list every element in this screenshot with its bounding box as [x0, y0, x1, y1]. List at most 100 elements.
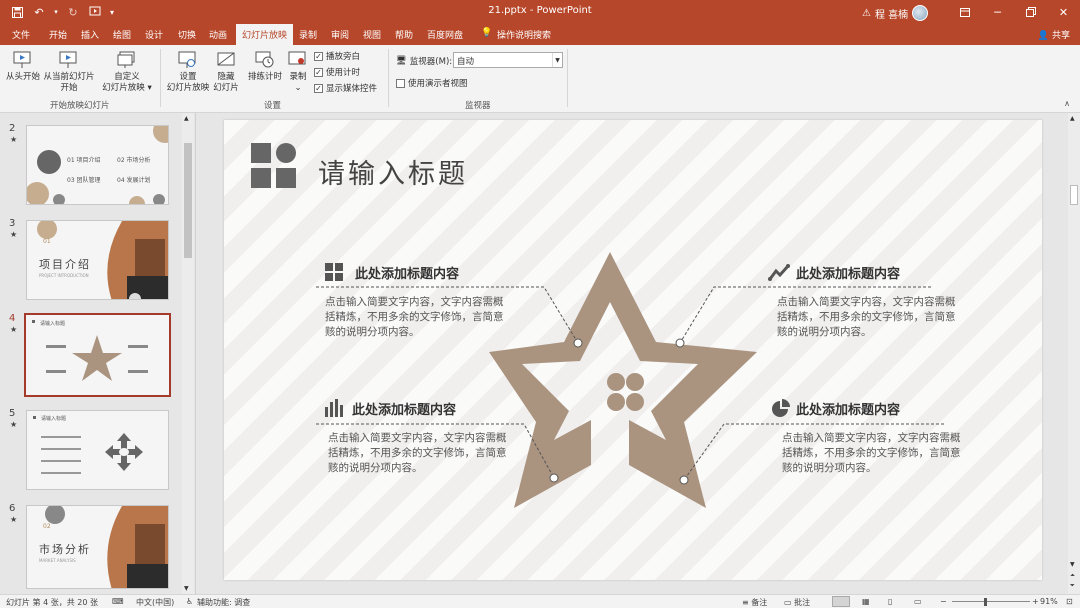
show-media-checkbox[interactable]: ✓ 显示媒体控件: [314, 82, 377, 94]
tab-transitions[interactable]: 切换: [178, 28, 196, 41]
undo-icon[interactable]: ↶: [30, 3, 48, 21]
hide-slide-button[interactable]: 隐藏 幻灯片: [211, 50, 241, 94]
thumbnail-pane: 2 ★ 01 项目介绍 02 市场分析 03 团队管理 04 发展计划 3 ★ …: [0, 113, 196, 594]
use-timings-checkbox[interactable]: ✓ 使用计时: [314, 66, 360, 78]
scrollbar-thumb[interactable]: [184, 143, 192, 258]
block-heading[interactable]: 此处添加标题内容: [796, 399, 900, 418]
restore-button[interactable]: [1014, 0, 1047, 24]
thumbnail-slide-6[interactable]: 02 市场分析 MARKET ANALYSIS: [26, 505, 169, 589]
monitor-label-text: 监视器(M):: [409, 57, 453, 67]
dropdown-icon[interactable]: ▾: [52, 3, 60, 21]
slide-sorter-icon[interactable]: ▦: [862, 597, 870, 606]
chevron-down-icon: ⌄: [294, 83, 302, 93]
slide-scrollbar[interactable]: ▲ ▼ ⏶ ⏷: [1068, 113, 1080, 594]
scroll-up-icon[interactable]: ▲: [184, 115, 189, 122]
from-current-button[interactable]: 从当前幻灯片 开始: [43, 50, 95, 94]
thumbnail-slide-4[interactable]: 请输入标题: [24, 313, 171, 397]
tab-file[interactable]: 文件: [12, 28, 30, 41]
customize-icon[interactable]: [86, 3, 104, 21]
accessibility-status[interactable]: 辅助功能: 调查: [197, 597, 250, 608]
search-box[interactable]: 操作说明搜索: [497, 28, 551, 41]
collapse-ribbon-icon[interactable]: ∧: [1064, 99, 1070, 108]
scroll-up-icon[interactable]: ▲: [1070, 115, 1075, 122]
avatar: [912, 5, 929, 21]
tab-record[interactable]: 录制: [299, 28, 317, 41]
block-body[interactable]: 点击输入简要文字内容，文字内容需概括精炼，不用多余的文字修饰，言简意赅的说明分项…: [328, 431, 508, 476]
minimize-button[interactable]: ─: [981, 0, 1014, 24]
play-narration-checkbox[interactable]: ✓ 播放旁白: [314, 50, 360, 62]
monitor-select[interactable]: 自动 ▼: [453, 52, 563, 68]
group-label-start: 开始放映幻灯片: [50, 101, 110, 111]
redo-icon[interactable]: ↻: [64, 3, 82, 21]
comments-button[interactable]: ▭ 批注: [784, 597, 810, 608]
block-heading[interactable]: 此处添加标题内容: [796, 263, 900, 282]
thumbnail-slide-5[interactable]: 请输入标题: [26, 410, 169, 490]
tab-design[interactable]: 设计: [145, 28, 163, 41]
reading-view-icon[interactable]: ▯: [888, 597, 892, 606]
zoom-out-button[interactable]: −: [940, 597, 947, 606]
group-label-setup: 设置: [264, 101, 282, 111]
scroll-down-icon[interactable]: ▼: [184, 585, 189, 592]
thumbnail-slide-3[interactable]: 01 项目介绍 PROJECT INTRODUCTION: [26, 220, 169, 300]
previous-slide-icon[interactable]: ⏶: [1070, 572, 1075, 580]
setup-label: 设置: [179, 72, 197, 82]
ribbon-display-icon[interactable]: [948, 0, 981, 24]
zoom-slider[interactable]: [952, 601, 1030, 602]
language-indicator[interactable]: 中文(中国): [136, 597, 174, 608]
block-heading[interactable]: 此处添加标题内容: [352, 399, 456, 418]
more-commands-icon[interactable]: ▾: [108, 3, 116, 21]
record-button[interactable]: 录制 ⌄: [286, 50, 310, 94]
thumb-number: 3: [9, 218, 16, 229]
thumbnail-slide-2[interactable]: 01 项目介绍 02 市场分析 03 团队管理 04 发展计划: [26, 125, 169, 205]
tab-animations[interactable]: 动画: [209, 28, 227, 41]
zoom-level[interactable]: 91%: [1040, 597, 1058, 606]
tab-slideshow[interactable]: 幻灯片放映: [236, 24, 294, 45]
from-start-label: 从头开始: [5, 72, 40, 82]
setup-show-icon: [177, 50, 199, 70]
tab-home[interactable]: 开始: [49, 28, 67, 41]
tab-help[interactable]: 帮助: [395, 28, 413, 41]
ribbon: 从头开始 从当前幻灯片 开始 自定义 幻灯片放映 ▾ 开始放映幻灯片 设置 幻灯…: [0, 45, 1080, 113]
show-media-label: 显示媒体控件: [326, 84, 378, 94]
block-body[interactable]: 点击输入简要文字内容，文字内容需概括精炼，不用多余的文字修饰，言简意赅的说明分项…: [782, 431, 962, 476]
custom-show-button[interactable]: 自定义 幻灯片放映 ▾: [101, 50, 153, 94]
thumbnail-scrollbar[interactable]: ▲ ▼: [182, 113, 194, 594]
tab-draw[interactable]: 绘图: [113, 28, 131, 41]
zoom-slider-thumb[interactable]: [984, 598, 987, 606]
animation-star-icon: ★: [10, 420, 18, 429]
block-body[interactable]: 点击输入简要文字内容，文字内容需概括精炼，不用多余的文字修饰，言简意赅的说明分项…: [777, 295, 957, 340]
notes-button[interactable]: ≡ 备注: [742, 597, 767, 608]
spellcheck-icon[interactable]: ⌨: [112, 597, 124, 606]
warning-icon: ⚠: [862, 7, 871, 19]
slideshow-current-icon: [58, 50, 80, 70]
save-icon[interactable]: [8, 3, 26, 21]
setup-show-button[interactable]: 设置 幻灯片放映: [165, 50, 211, 94]
from-start-button[interactable]: 从头开始: [4, 50, 42, 83]
block-body[interactable]: 点击输入简要文字内容，文字内容需概括精炼，不用多余的文字修饰，言简意赅的说明分项…: [325, 295, 505, 340]
tab-baidu[interactable]: 百度网盘: [427, 28, 463, 41]
zoom-in-button[interactable]: +: [1032, 597, 1039, 606]
close-button[interactable]: ✕: [1047, 0, 1080, 24]
slide-canvas[interactable]: 请输入标题 此处添加标题内容 点击输入简要文字内容，文字内容需概括精炼，不用多余…: [224, 120, 1042, 580]
slideshow-view-icon[interactable]: ▭: [914, 597, 922, 606]
play-narration-label: 播放旁白: [326, 52, 361, 62]
ribbon-tabs: 文件 开始 插入 绘图 设计 切换 动画 幻灯片放映 录制 审阅 视图 帮助 百…: [0, 24, 1080, 45]
thumb-number: 6: [9, 503, 16, 514]
status-bar: 幻灯片 第 4 张，共 20 张 ⌨ 中文(中国) ♿ 辅助功能: 调查 ≡ 备…: [0, 594, 1080, 608]
scroll-down-icon[interactable]: ▼: [1070, 561, 1075, 568]
thumb-title: 请输入标题: [40, 321, 66, 327]
star-diagram: [316, 252, 944, 508]
block-heading[interactable]: 此处添加标题内容: [355, 263, 459, 282]
user-account[interactable]: ⚠ 程 喜楠: [862, 5, 929, 21]
scrollbar-thumb[interactable]: [1070, 185, 1078, 205]
presenter-view-checkbox[interactable]: 使用演示者视图: [396, 77, 468, 89]
tab-view[interactable]: 视图: [363, 28, 381, 41]
setup-label-2: 幻灯片放映: [166, 83, 210, 93]
fit-to-window-icon[interactable]: ⊡: [1066, 597, 1073, 606]
tab-review[interactable]: 审阅: [331, 28, 349, 41]
share-button[interactable]: 👤 共享: [1038, 28, 1070, 41]
next-slide-icon[interactable]: ⏷: [1070, 582, 1075, 590]
tab-insert[interactable]: 插入: [81, 28, 99, 41]
rehearse-timings-button[interactable]: 排练计时: [246, 50, 284, 83]
normal-view-icon[interactable]: [832, 596, 850, 607]
